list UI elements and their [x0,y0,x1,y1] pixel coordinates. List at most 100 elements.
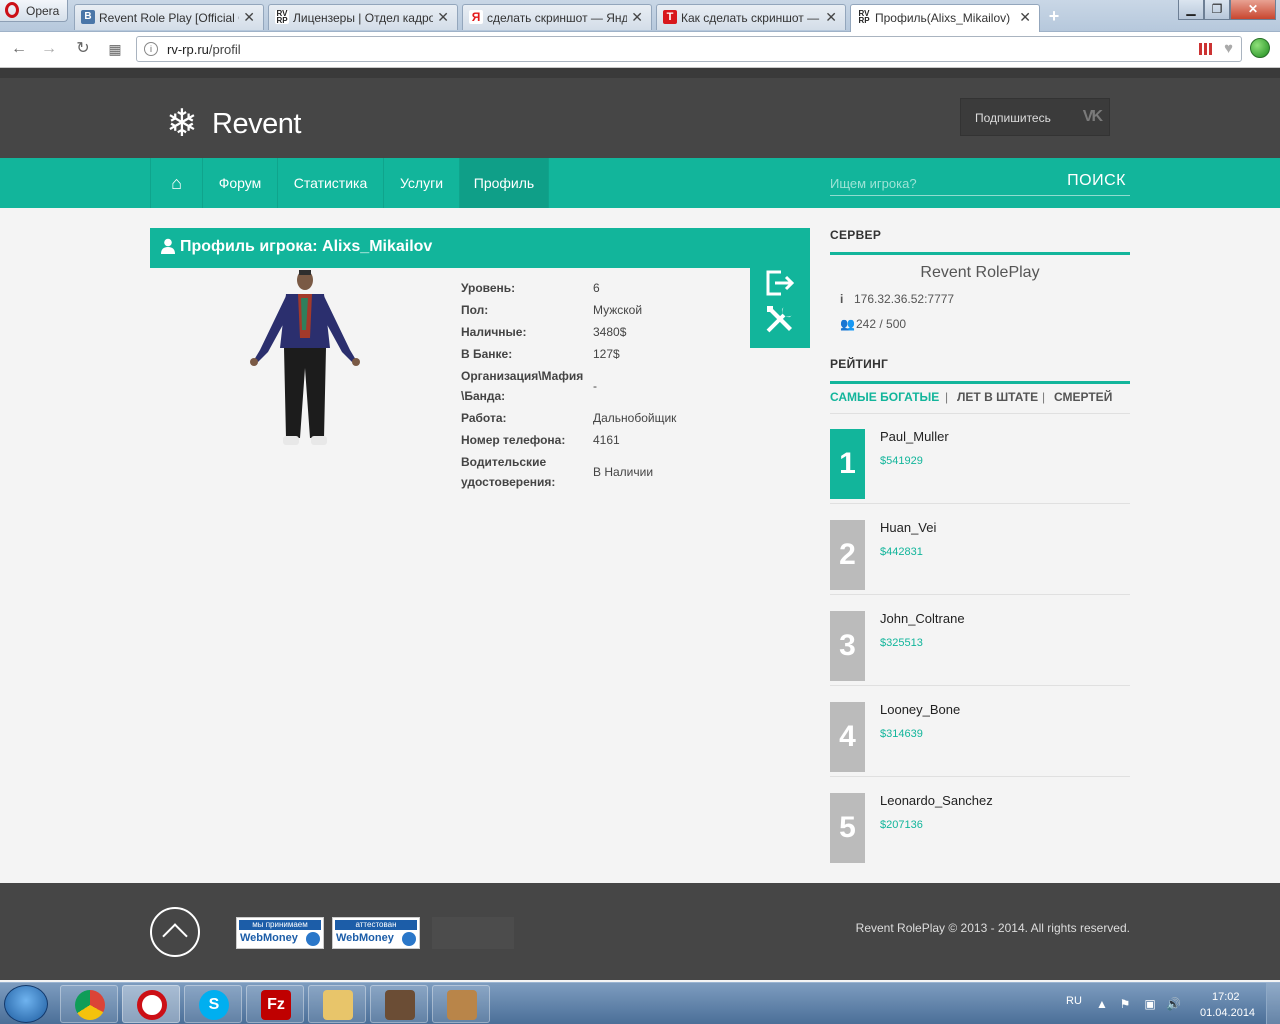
rank-number: 3 [830,611,865,681]
rank-player-name[interactable]: Leonardo_Sanchez [880,793,993,808]
nav-profile[interactable]: Профиль [459,158,549,208]
player-search-input[interactable] [830,172,1050,194]
subscribe-label: Подпишитесь [975,111,1051,125]
nav-services[interactable]: Услуги [383,158,459,208]
vk-subscribe-button[interactable]: Подпишитесь VK [960,98,1110,136]
stat-level-value: 6 [593,281,600,295]
rating-tab-years[interactable]: ЛЕТ В ШТАТЕ [957,390,1038,404]
rank-money: $325513 [880,637,923,649]
tab-title: сделать скриншот — Янд [487,11,627,25]
visitor-counter[interactable] [432,917,514,949]
chrome-icon [75,990,105,1020]
clock-time[interactable]: 17:02 [1212,991,1240,1003]
page-info-icon[interactable]: i [144,42,158,56]
home-icon: ⌂ [171,173,182,193]
speed-dial-add-icon[interactable] [1199,43,1213,55]
show-desktop-button[interactable] [1266,983,1280,1024]
forward-arrow-icon[interactable]: → [40,40,58,58]
heart-bookmark-icon[interactable]: ♥ [1224,40,1233,57]
rank-money: $541929 [880,455,923,467]
taskbar-filezilla[interactable]: Fz [246,985,304,1023]
rank-player-name[interactable]: John_Coltrane [880,611,965,626]
volume-icon[interactable]: 🔊 [1166,997,1181,1011]
webmoney-accept-badge[interactable]: мы принимаем WebMoney [236,917,324,949]
rank-number: 2 [830,520,865,590]
stat-job-label: Работа: [461,411,507,425]
badge-brand: WebMoney [240,932,298,944]
close-tab-icon[interactable]: ✕ [437,9,449,26]
opera-menu-button[interactable]: Opera [0,0,68,22]
clock-date[interactable]: 01.04.2014 [1200,1007,1255,1019]
browser-tab[interactable]: RV RP Лицензеры | Отдел кадров ✕ [268,4,458,30]
server-ip[interactable]: 176.32.36.52:7777 [854,292,954,306]
ranking-row[interactable]: 3 John_Coltrane $325513 [830,595,1130,686]
window-close-button[interactable]: ✕ [1230,0,1276,20]
user-icon [161,238,175,254]
rating-tab-richest[interactable]: САМЫЕ БОГАТЫЕ [830,390,939,404]
taskbar-opera[interactable] [122,985,180,1023]
taskbar-explorer[interactable] [308,985,366,1023]
webmoney-globe-icon [306,932,320,946]
network-icon[interactable]: ▣ [1143,997,1157,1011]
red-t-icon: T [663,10,677,24]
tray-expand-icon[interactable]: ▲ [1095,997,1109,1011]
rank-player-name[interactable]: Paul_Muller [880,429,949,444]
close-tab-icon[interactable]: ✕ [243,9,255,26]
close-tab-icon[interactable]: ✕ [825,9,837,26]
opera-turbo-globe-icon[interactable] [1250,38,1270,58]
browser-tab-bar: Opera B Revent Role Play [Official G ✕ R… [0,0,1280,32]
profile-title: Профиль игрока: Alixs_Mikailov [180,238,433,255]
new-tab-button[interactable]: + [1044,6,1064,26]
close-tab-icon[interactable]: ✕ [631,9,643,26]
stat-phone-label: Номер телефона: [461,433,566,447]
close-tab-icon[interactable]: ✕ [1019,9,1031,26]
gta-sa-icon [385,990,415,1020]
opera-icon [137,990,167,1020]
chevron-up-icon [162,923,188,949]
taskbar-game-2[interactable] [432,985,490,1023]
ranking-row[interactable]: 5 Leonardo_Sanchez $207136 [830,777,1130,868]
action-center-flag-icon[interactable]: ⚑ [1118,997,1132,1011]
keyboard-language[interactable]: RU [1066,995,1082,1007]
rank-player-name[interactable]: Huan_Vei [880,520,936,535]
start-button[interactable] [4,985,48,1023]
taskbar-game-1[interactable] [370,985,428,1023]
profile-header: Профиль игрока: Alixs_Mikailov [150,228,810,268]
profile-actions-panel [750,268,810,348]
search-button[interactable]: ПОИСК [1067,172,1126,190]
browser-tab[interactable]: B Revent Role Play [Official G ✕ [74,4,264,30]
reload-icon[interactable]: ↻ [74,40,92,58]
nav-statistics[interactable]: Статистика [277,158,383,208]
main-navigation: ⌂ Форум Статистика Услуги Профиль ПОИСК [0,158,1280,208]
logout-icon[interactable] [763,268,797,298]
tab-separator: | [1042,390,1046,404]
ranking-row[interactable]: 2 Huan_Vei $442831 [830,504,1130,595]
back-arrow-icon[interactable]: ← [10,40,28,58]
nav-home[interactable]: ⌂ [150,158,202,208]
maximize-button[interactable]: ❐ [1204,0,1230,20]
browser-tab[interactable]: T Как сделать скриншот — ✕ [656,4,846,30]
rank-number: 4 [830,702,865,772]
tab-title: Как сделать скриншот — [681,11,820,25]
users-icon: 👥 [840,317,855,331]
rank-player-name[interactable]: Looney_Bone [880,702,960,717]
site-footer: мы принимаем WebMoney аттестован WebMone… [0,883,1280,980]
rating-tab-deaths[interactable]: СМЕРТЕЙ [1054,390,1112,404]
copyright-text: Revent RolePlay © 2013 - 2014. All right… [855,921,1130,935]
speed-dial-grid-icon[interactable]: ▦ [106,40,124,58]
browser-tab[interactable]: Я сделать скриншот — Янд ✕ [462,4,652,30]
scroll-to-top-button[interactable] [150,907,200,957]
ranking-row[interactable]: 4 Looney_Bone $314639 [830,686,1130,777]
taskbar-chrome[interactable] [60,985,118,1023]
folder-icon [323,990,353,1020]
ranking-row[interactable]: 1 Paul_Muller $541929 [830,413,1130,504]
minimize-button[interactable]: ▁ [1178,0,1204,20]
taskbar-skype[interactable]: S [184,985,242,1023]
tools-settings-icon[interactable] [763,302,797,336]
browser-tab-active[interactable]: RV RP Профиль(Alixs_Mikailov) ✕ [850,4,1040,32]
nav-forum[interactable]: Форум [202,158,277,208]
webmoney-attested-badge[interactable]: аттестован WebMoney [332,917,420,949]
url-field[interactable]: i rv-rp.ru/profil ♥ [136,36,1242,62]
opera-menu-label: Opera [26,4,60,18]
url-text: rv-rp.ru/profil [167,42,241,57]
